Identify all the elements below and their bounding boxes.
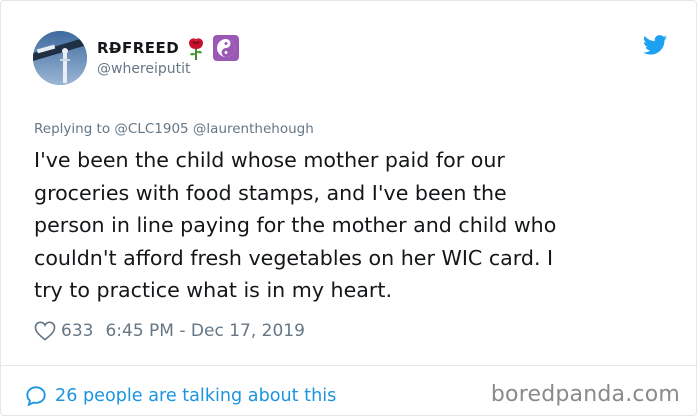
like-count[interactable]: 633	[61, 321, 93, 341]
tweet-text: I've been the child whose mother paid fo…	[34, 148, 557, 302]
divider	[1, 365, 698, 366]
heart-icon[interactable]	[34, 321, 56, 341]
display-name-row: RD̶FREED	[97, 35, 240, 61]
yin-yang-icon	[213, 35, 240, 61]
user-handle[interactable]: @whereiputit	[97, 61, 191, 77]
tweet-meta: 633 6:45 PM - Dec 17, 2019	[34, 319, 305, 343]
tweet-card: RD̶FREED @whereiputit Replying to @CLC19…	[0, 0, 698, 416]
conversation-link[interactable]: 26 people are talking about this	[25, 382, 336, 410]
avatar[interactable]	[33, 31, 87, 85]
replying-to[interactable]: Replying to @CLC1905 @laurenthehough	[34, 121, 314, 137]
timestamp[interactable]: 6:45 PM - Dec 17, 2019	[105, 321, 304, 341]
display-name[interactable]: RD̶FREED	[97, 39, 179, 57]
talking-count-label: 26 people are talking about this	[55, 386, 337, 406]
watermark: boredpanda.com	[490, 382, 680, 407]
twitter-bird-icon[interactable]	[643, 34, 667, 56]
speech-bubble-icon	[26, 386, 46, 407]
rose-icon	[189, 38, 204, 60]
